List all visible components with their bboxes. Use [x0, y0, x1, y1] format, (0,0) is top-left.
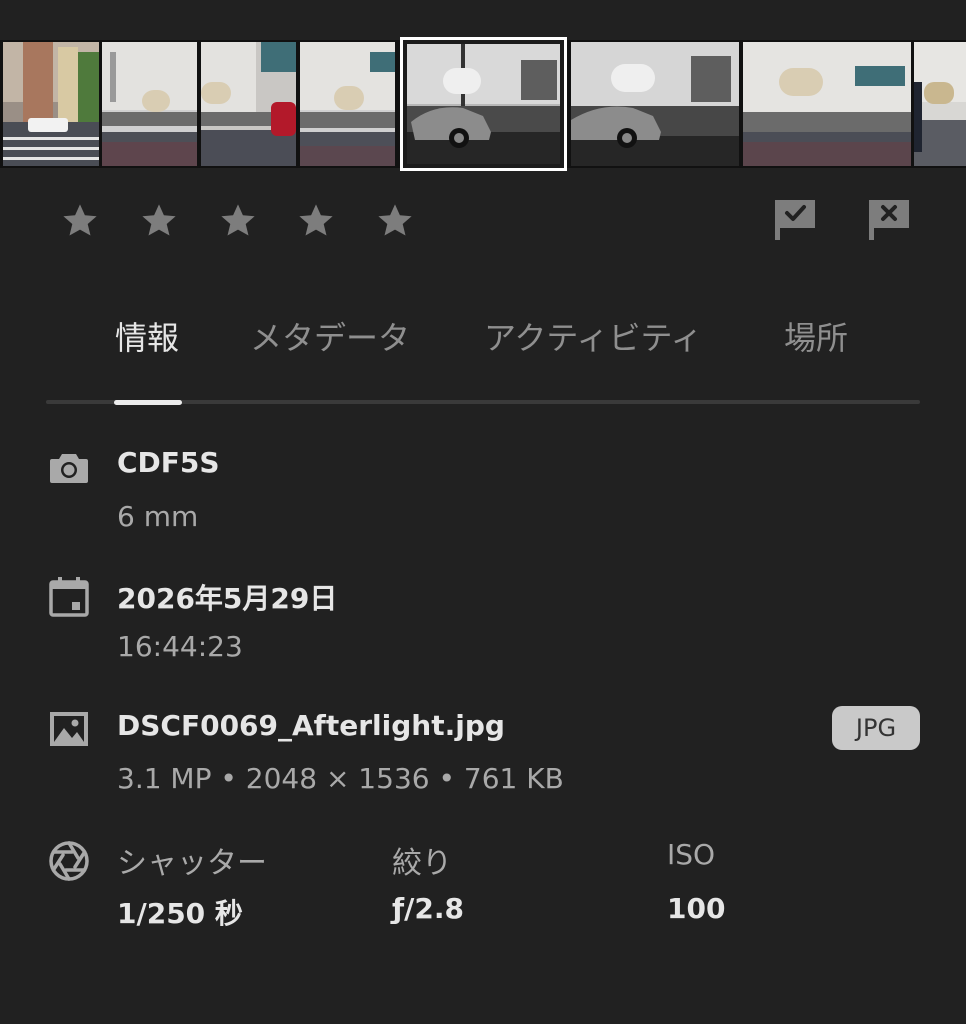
- filmstrip-thumbnail[interactable]: [571, 42, 739, 166]
- info-tabs: 情報 メタデータ アクティビティ 場所: [46, 310, 920, 406]
- star-icon[interactable]: [59, 200, 101, 242]
- tab-activity[interactable]: アクティビティ: [484, 310, 703, 366]
- aperture-value: ƒ/2.8: [392, 892, 465, 925]
- shutter-value: 1/250 秒: [117, 897, 243, 930]
- shutter-label: シャッター: [117, 846, 267, 881]
- file-name: DSCF0069_Afterlight.jpg: [117, 709, 505, 742]
- calendar-icon: [49, 577, 89, 617]
- camera-model: CDF5S: [117, 446, 220, 479]
- star-icon[interactable]: [138, 200, 180, 242]
- filmstrip-thumbnail[interactable]: [914, 42, 966, 166]
- star-icon[interactable]: [374, 200, 416, 242]
- file-format-badge: JPG: [832, 706, 920, 750]
- filmstrip-thumbnail-selected[interactable]: [400, 37, 567, 171]
- star-icon[interactable]: [295, 200, 337, 242]
- filmstrip[interactable]: [0, 37, 966, 171]
- rating-row: [0, 196, 966, 248]
- tab-info[interactable]: 情報: [115, 310, 179, 366]
- filmstrip-thumbnail[interactable]: [201, 42, 296, 166]
- capture-time: 16:44:23: [117, 630, 243, 663]
- filmstrip-thumbnail[interactable]: [3, 42, 99, 166]
- top-bar: [0, 0, 966, 36]
- filmstrip-thumbnail[interactable]: [102, 42, 197, 166]
- camera-icon: [50, 454, 88, 483]
- iso-value: 100: [667, 892, 726, 925]
- aperture-icon: [49, 841, 89, 881]
- capture-date: 2026年5月29日: [117, 582, 338, 615]
- pick-flag-icon[interactable]: [773, 196, 817, 242]
- tab-metadata[interactable]: メタデータ: [250, 310, 410, 366]
- filmstrip-thumbnail[interactable]: [300, 42, 395, 166]
- iso-label: ISO: [667, 838, 716, 871]
- image-icon: [50, 712, 88, 746]
- filmstrip-thumbnail[interactable]: [743, 42, 911, 166]
- tab-location[interactable]: 場所: [784, 310, 848, 366]
- active-tab-indicator: [114, 400, 182, 405]
- aperture-label: 絞り: [392, 846, 452, 881]
- focal-length: 6 mm: [117, 500, 199, 533]
- reject-flag-icon[interactable]: [867, 196, 911, 242]
- file-details: 3.1 MP • 2048 × 1536 • 761 KB: [117, 762, 564, 795]
- star-icon[interactable]: [217, 200, 259, 242]
